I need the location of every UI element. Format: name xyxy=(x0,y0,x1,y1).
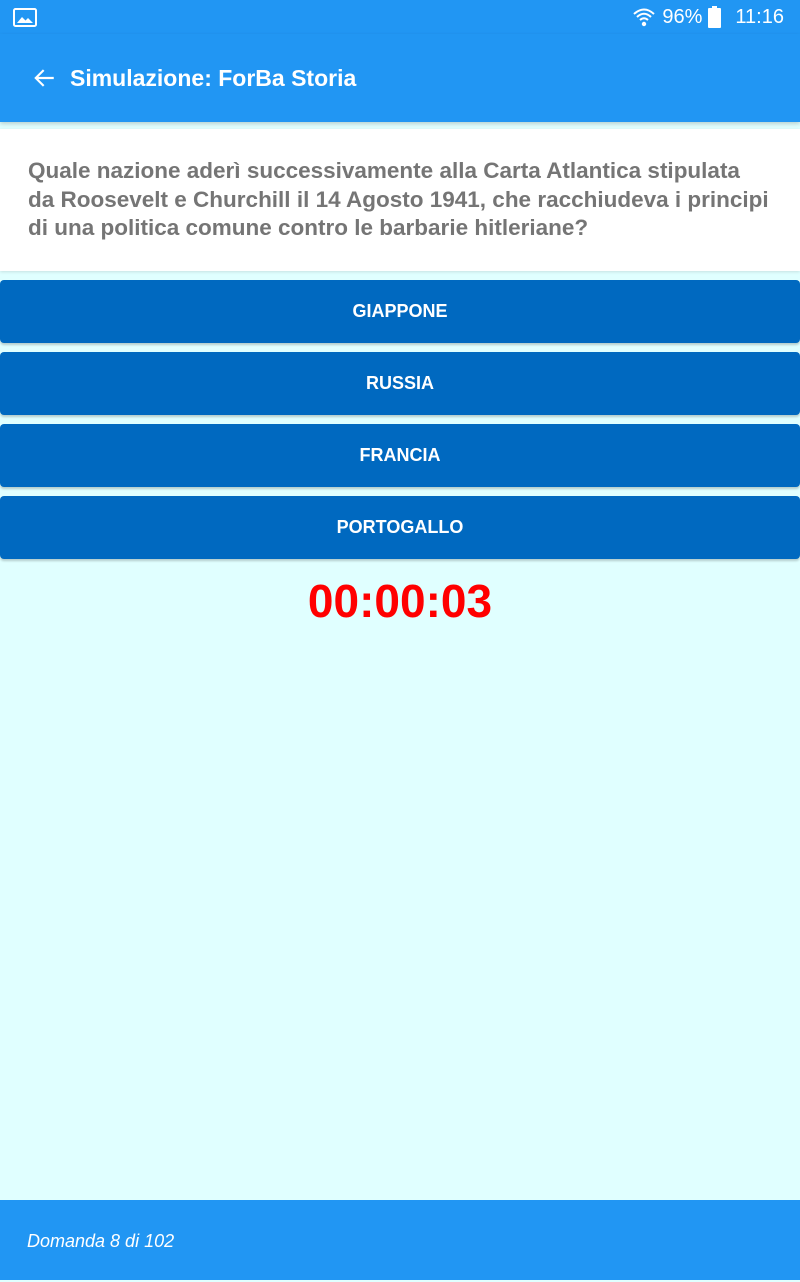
arrow-back-icon xyxy=(34,69,54,87)
battery-icon xyxy=(708,6,722,28)
app-title: Simulazione: ForBa Storia xyxy=(70,65,357,91)
wifi-icon xyxy=(633,8,656,27)
back-button[interactable] xyxy=(26,60,62,96)
clock: 11:16 xyxy=(735,5,784,28)
answer-button-3[interactable]: FRANCIA xyxy=(0,424,800,487)
app-bar: Simulazione: ForBa Storia xyxy=(0,34,800,122)
status-bar: 96% 11:16 xyxy=(0,0,800,34)
battery-percent: 96% xyxy=(662,5,703,28)
question-progress: Domanda 8 di 102 xyxy=(27,1231,175,1251)
timer: 00:00:03 xyxy=(307,575,493,627)
status-indicators: 96% 11:16 xyxy=(632,0,784,34)
answer-button-1[interactable]: GIAPPONE xyxy=(0,280,800,343)
gallery-icon xyxy=(13,8,37,27)
answer-button-2[interactable]: RUSSIA xyxy=(0,352,800,415)
question-text: Quale nazione aderì successivamente alla… xyxy=(28,158,769,240)
footer: Domanda 8 di 102 xyxy=(0,1200,800,1280)
answer-button-4[interactable]: PORTOGALLO xyxy=(0,496,800,559)
question-card: Quale nazione aderì successivamente alla… xyxy=(0,129,800,271)
